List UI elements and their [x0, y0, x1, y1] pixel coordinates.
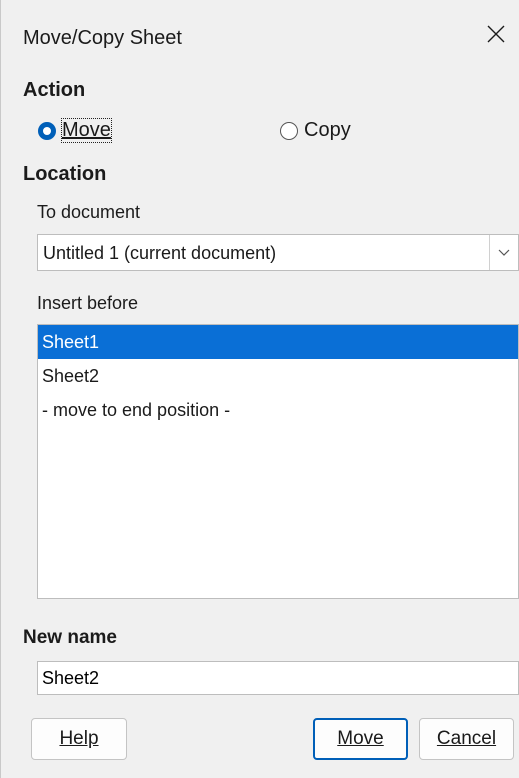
close-icon — [487, 25, 505, 43]
insert-before-label: Insert before — [37, 293, 139, 313]
copy-radio[interactable]: Copy — [280, 119, 351, 142]
move-copy-sheet-dialog: Move/Copy Sheet Action Move Copy Locatio… — [0, 0, 519, 778]
list-item-sheet1[interactable]: Sheet1 — [38, 325, 518, 359]
cancel-button-label: Cancel — [436, 728, 497, 749]
help-label: Help — [59, 728, 99, 749]
move-label-text: Move — [62, 119, 111, 141]
cancel-button[interactable]: Cancel — [419, 718, 514, 760]
list-item-sheet2[interactable]: Sheet2 — [38, 359, 518, 393]
dialog-title: Move/Copy Sheet — [23, 27, 182, 49]
list-item-end-position[interactable]: - move to end position - — [38, 393, 518, 427]
dropdown-button[interactable] — [489, 235, 518, 270]
move-radio[interactable]: Move — [38, 118, 112, 143]
title-bar: Move/Copy Sheet — [1, 0, 519, 64]
close-button[interactable] — [474, 14, 518, 54]
to-document-label: To document — [37, 202, 141, 222]
radio-checked-icon — [38, 121, 56, 140]
to-document-value: Untitled 1 (current document) — [43, 243, 277, 263]
location-heading: Location — [23, 163, 107, 185]
radio-unchecked-icon — [280, 121, 298, 140]
to-document-dropdown[interactable]: Untitled 1 (current document) — [37, 234, 519, 271]
copy-radio-label: Copy — [304, 119, 351, 141]
action-heading: Action — [23, 79, 86, 101]
new-name-input[interactable] — [37, 661, 519, 695]
move-radio-label: Move — [61, 118, 112, 143]
new-name-label: New name — [23, 627, 117, 648]
insert-before-list[interactable]: Sheet1 Sheet2 - move to end position - — [37, 324, 519, 599]
chevron-down-icon — [498, 249, 510, 256]
help-button[interactable]: Help — [31, 718, 127, 760]
move-button[interactable]: Move — [313, 718, 408, 760]
move-button-label: Move — [337, 728, 384, 749]
